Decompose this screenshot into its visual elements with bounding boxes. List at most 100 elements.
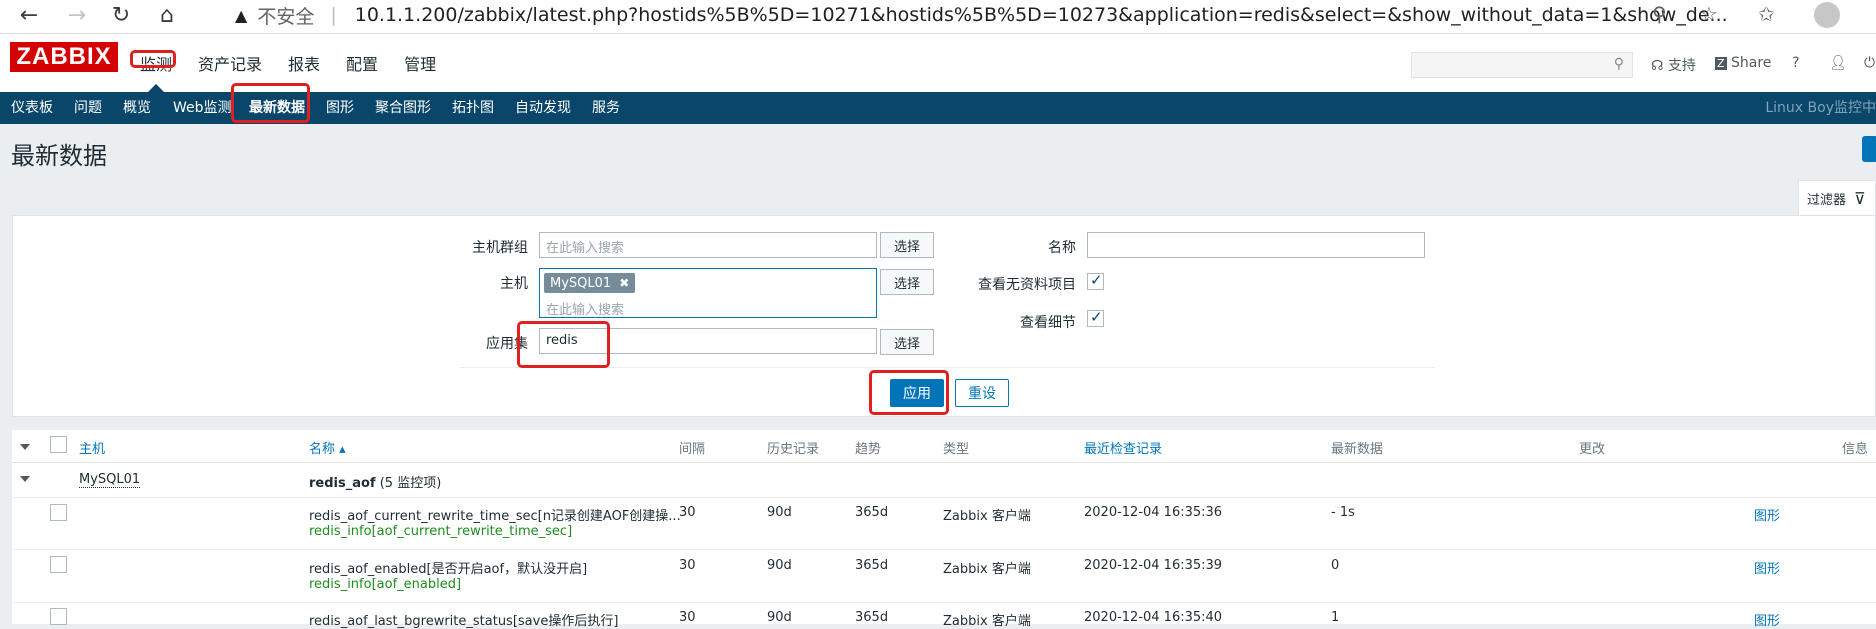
row-divider: [12, 497, 1876, 498]
host-multiselect[interactable]: MySQL01 ✖ 在此输入搜索: [539, 268, 877, 318]
favorite-star-icon[interactable]: ☆: [1700, 2, 1718, 26]
support-label: 支持: [1667, 58, 1696, 74]
item-key: redis_info[aof_current_rewrite_time_sec]: [309, 524, 573, 539]
back-icon[interactable]: ←: [14, 0, 44, 30]
search-icon[interactable]: ⚲: [1614, 56, 1624, 72]
subnav-services[interactable]: 服务: [592, 92, 620, 124]
name-label: 名称: [1048, 240, 1076, 256]
remove-tag-icon[interactable]: ✖: [619, 276, 629, 290]
profile-avatar[interactable]: [1814, 2, 1840, 28]
annotation-box-monitoring: [130, 50, 176, 68]
item-name: redis_aof_last_bgrewrite_status[save操作后执…: [309, 614, 619, 629]
global-search-input[interactable]: ⚲: [1411, 52, 1633, 78]
show-details-checkbox[interactable]: [1087, 308, 1104, 327]
annotation-box-application: [517, 321, 610, 368]
menu-reports[interactable]: 报表: [288, 51, 320, 75]
favorites-list-icon[interactable]: ✩: [1758, 2, 1775, 26]
menu-administration[interactable]: 管理: [404, 51, 436, 75]
host-label: 主机: [500, 276, 528, 292]
item-lastcheck: 2020-12-04 16:35:36: [1084, 505, 1223, 520]
name-input[interactable]: [1087, 232, 1425, 258]
latest-data-table: [12, 430, 1876, 624]
hostgroup-input[interactable]: 在此输入搜索: [539, 232, 877, 258]
reload-icon[interactable]: ↻: [106, 0, 136, 30]
sign-out-icon[interactable]: ⏻: [1864, 55, 1875, 71]
security-label: 不安全: [257, 5, 315, 28]
item-lastvalue: 1: [1331, 610, 1340, 625]
zoom-icon[interactable]: ⚲: [1652, 2, 1667, 26]
show-details-label: 查看细节: [1020, 315, 1076, 331]
collapse-group-icon[interactable]: [20, 476, 30, 482]
filter-tab-label: 过滤器: [1807, 193, 1847, 208]
graph-link[interactable]: 图形: [1754, 610, 1780, 629]
server-name: Linux Boy监控中: [1765, 100, 1876, 116]
row-checkbox[interactable]: [50, 556, 67, 573]
host-select-button[interactable]: 选择: [880, 269, 934, 295]
collapse-all-icon[interactable]: [20, 444, 30, 450]
col-name[interactable]: 名称 ▴: [309, 438, 346, 457]
annotation-box-latest-data: [231, 83, 310, 123]
forward-icon[interactable]: →: [62, 0, 92, 30]
subnav-discovery[interactable]: 自动发现: [515, 92, 571, 124]
subnav-graphs[interactable]: 图形: [326, 92, 354, 124]
subnav-dashboard[interactable]: 仪表板: [11, 92, 53, 124]
host-search-placeholder[interactable]: 在此输入搜索: [546, 299, 624, 318]
item-type: Zabbix 客户端: [943, 562, 1031, 577]
item-type: Zabbix 客户端: [943, 614, 1031, 629]
graph-link[interactable]: 图形: [1754, 558, 1780, 577]
item-lastcheck: 2020-12-04 16:35:39: [1084, 558, 1223, 573]
select-all-checkbox[interactable]: [50, 436, 67, 453]
subnav-problems[interactable]: 问题: [74, 92, 102, 124]
subnav-maps[interactable]: 拓扑图: [452, 92, 494, 124]
user-profile-icon[interactable]: 👤︎: [1829, 55, 1847, 71]
filter-funnel-icon: ⊽: [1854, 189, 1866, 208]
host-tag: MySQL01 ✖: [544, 273, 636, 293]
graph-link[interactable]: 图形: [1754, 505, 1780, 524]
zabbix-logo[interactable]: ZABBIX: [10, 42, 118, 72]
annotation-box-apply: [869, 370, 949, 415]
address-bar[interactable]: ▲ 不安全 | 10.1.1.200/zabbix/latest.php?hos…: [235, 0, 1728, 30]
item-history: 90d: [767, 610, 792, 625]
share-link[interactable]: Z Share: [1715, 55, 1771, 71]
share-label: Share: [1731, 55, 1772, 71]
support-link[interactable]: ☊ 支持: [1651, 55, 1696, 75]
row-checkbox[interactable]: [50, 504, 67, 521]
page-title: 最新数据: [11, 142, 107, 170]
hostgroup-label: 主机群组: [472, 240, 528, 256]
group-app: redis_aof (5 监控项): [309, 472, 441, 491]
item-name: redis_aof_current_rewrite_time_sec[n记录创建…: [309, 509, 681, 524]
col-change: 更改: [1579, 442, 1606, 457]
item-type: Zabbix 客户端: [943, 509, 1031, 524]
share-icon: Z: [1715, 57, 1727, 70]
help-icon[interactable]: ?: [1792, 55, 1799, 71]
row-checkbox[interactable]: [50, 608, 67, 625]
hostgroup-select-button[interactable]: 选择: [880, 232, 934, 258]
col-type: 类型: [943, 442, 970, 457]
col-host[interactable]: 主机: [79, 438, 105, 457]
filter-tab[interactable]: 过滤器 ⊽: [1798, 180, 1876, 216]
group-app-name: redis_aof: [309, 476, 376, 491]
item-key: redis_info[aof_enabled]: [309, 577, 462, 592]
col-trends: 趋势: [855, 442, 882, 457]
row-divider: [12, 549, 1876, 550]
col-lastcheck[interactable]: 最近检查记录: [1084, 438, 1162, 457]
menu-inventory[interactable]: 资产记录: [198, 51, 262, 75]
show-without-data-checkbox[interactable]: [1087, 271, 1104, 290]
active-menu-caret: [148, 84, 164, 92]
row-divider: [12, 602, 1876, 603]
subnav-web[interactable]: Web监测: [173, 92, 232, 124]
home-icon[interactable]: ⌂: [152, 0, 182, 30]
application-select-button[interactable]: 选择: [880, 329, 934, 355]
fullscreen-button[interactable]: [1862, 136, 1876, 162]
menu-configuration[interactable]: 配置: [346, 51, 378, 75]
headset-icon: ☊: [1651, 58, 1664, 74]
subnav-screens[interactable]: 聚合图形: [375, 92, 431, 124]
item-history: 90d: [767, 558, 792, 573]
item-interval: 30: [679, 505, 696, 520]
subnav-overview[interactable]: 概览: [123, 92, 151, 124]
reset-button[interactable]: 重设: [955, 379, 1009, 407]
col-history: 历史记录: [767, 442, 820, 457]
col-lastvalue: 最新数据: [1331, 442, 1384, 457]
group-host[interactable]: MySQL01: [79, 472, 141, 488]
col-interval: 间隔: [679, 442, 706, 457]
